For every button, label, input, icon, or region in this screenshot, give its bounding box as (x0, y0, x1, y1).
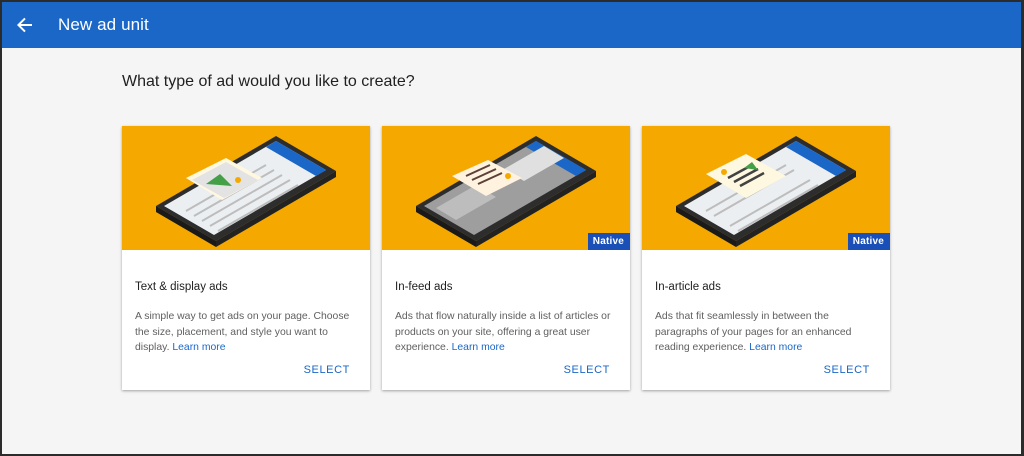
card-description: A simple way to get ads on your page. Ch… (135, 309, 359, 356)
card-illustration: Native (642, 126, 890, 250)
section-heading: What type of ad would you like to create… (122, 73, 415, 90)
native-badge: Native (847, 233, 890, 250)
card-title: In-article ads (655, 281, 721, 293)
description-text: A simple way to get ads on your page. Ch… (135, 311, 350, 353)
learn-more-link[interactable]: Learn more (172, 342, 225, 353)
ad-type-cards: Text & display ads A simple way to get a… (122, 126, 890, 390)
phone-display-ad-illustration (156, 136, 336, 247)
ad-type-card-in-feed: Native In-feed ads Ads that flow natural… (382, 126, 630, 390)
native-badge: Native (587, 233, 630, 250)
learn-more-link[interactable]: Learn more (749, 342, 802, 353)
ad-type-card-in-article: Native In-article ads Ads that fit seaml… (642, 126, 890, 390)
phone-in-article-illustration (676, 136, 856, 247)
select-button[interactable]: SELECT (304, 364, 350, 376)
arrow-left-icon (17, 17, 32, 33)
phone-in-feed-illustration (416, 136, 596, 247)
card-illustration (122, 126, 370, 250)
learn-more-link[interactable]: Learn more (452, 342, 505, 353)
page-title: New ad unit (58, 15, 149, 34)
card-illustration: Native (382, 126, 630, 250)
card-description: Ads that flow naturally inside a list of… (395, 309, 619, 356)
ad-type-card-text-display: Text & display ads A simple way to get a… (122, 126, 370, 390)
back-button[interactable] (14, 14, 36, 36)
card-title: In-feed ads (395, 281, 453, 293)
card-title: Text & display ads (135, 281, 228, 293)
select-button[interactable]: SELECT (824, 364, 870, 376)
card-description: Ads that fit seamlessly in between the p… (655, 309, 879, 356)
app-bar: New ad unit (2, 2, 1021, 48)
app-window: New ad unit What type of ad would you li… (2, 2, 1021, 454)
select-button[interactable]: SELECT (564, 364, 610, 376)
